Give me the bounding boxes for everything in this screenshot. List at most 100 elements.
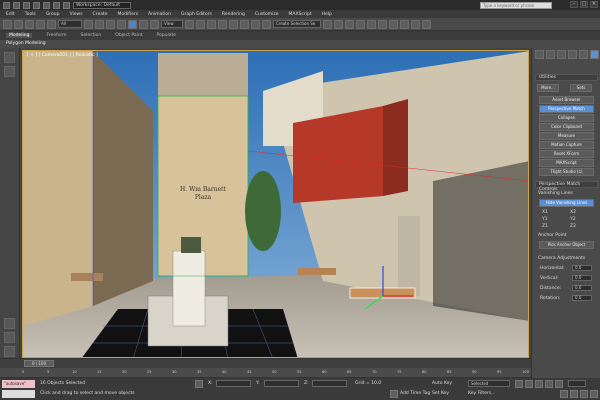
select-object-icon[interactable] [84, 19, 93, 29]
axis-x1[interactable]: X1 [542, 210, 548, 215]
ribbon-panel-title[interactable]: Polygon Modeling [0, 40, 600, 48]
unlink-icon[interactable] [36, 19, 45, 29]
perspective-match-rollout-title[interactable]: Perspective Match Controls [535, 181, 598, 192]
named-selection-dropdown[interactable]: Create Selection Se [273, 20, 321, 28]
move-icon[interactable] [128, 19, 137, 29]
go-to-end-icon[interactable] [555, 380, 563, 388]
undo-icon[interactable] [43, 1, 50, 9]
collapse-button[interactable]: Collapse [539, 114, 594, 122]
display-filter-icon[interactable] [4, 318, 15, 329]
color-clipboard-button[interactable]: Color Clipboard [539, 123, 594, 131]
next-frame-icon[interactable] [545, 380, 553, 388]
tab-object-paint[interactable]: Object Paint [115, 33, 142, 38]
x-coordinate-field[interactable] [216, 380, 251, 387]
tab-populate[interactable]: Populate [157, 33, 177, 38]
isolate-icon[interactable] [4, 346, 15, 357]
scale-icon[interactable] [150, 19, 159, 29]
mirror-icon[interactable] [323, 19, 332, 29]
add-time-tag-icon[interactable] [390, 390, 398, 398]
previous-frame-icon[interactable] [525, 380, 533, 388]
axis-z2[interactable]: Z2 [570, 224, 576, 229]
key-mode-dropdown[interactable]: Selected [468, 380, 510, 387]
maxscript-button[interactable]: MAXScript [539, 159, 594, 167]
select-by-name-icon[interactable] [95, 19, 104, 29]
render-production-icon[interactable] [422, 19, 431, 29]
rotate-icon[interactable] [139, 19, 148, 29]
utilities-rollout-title[interactable]: Utilities [535, 74, 598, 81]
perspective-match-button[interactable]: Perspective Match [539, 105, 594, 113]
track-bar[interactable]: 0 5 10 15 20 25 30 35 40 45 50 55 60 65 70 75 80 85 90 95 10… [0, 368, 531, 378]
flight-studio-button[interactable]: Flight Studio (c) [539, 168, 594, 176]
maximize-viewport-icon[interactable] [590, 390, 598, 398]
edit-named-selection-icon[interactable] [262, 19, 271, 29]
search-input[interactable]: Type a keyword or phrase [480, 2, 552, 9]
menu-tools[interactable]: Tools [25, 12, 36, 17]
bind-space-warp-icon[interactable] [47, 19, 56, 29]
display-tab-icon[interactable] [579, 50, 588, 59]
material-editor-icon[interactable] [389, 19, 398, 29]
pivot-center-icon[interactable] [185, 19, 194, 29]
scene-explorer-icon[interactable] [4, 52, 15, 63]
link-icon[interactable] [25, 19, 34, 29]
percent-snap-icon[interactable] [240, 19, 249, 29]
lock-selection-icon[interactable] [195, 380, 203, 388]
maximize-button[interactable]: □ [580, 1, 588, 8]
open-file-icon[interactable] [23, 1, 30, 9]
render-setup-icon[interactable] [400, 19, 409, 29]
snap-toggle-icon[interactable] [218, 19, 227, 29]
spinner-snap-icon[interactable] [251, 19, 260, 29]
motion-capture-button[interactable]: Motion Capture [539, 141, 594, 149]
menu-animation[interactable]: Animation [148, 12, 171, 17]
orbit-icon[interactable] [580, 390, 588, 398]
horizontal-spinner[interactable]: 0.0 [572, 265, 592, 271]
pick-anchor-object-button[interactable]: Pick Anchor Object [539, 241, 594, 249]
z-coordinate-field[interactable] [312, 380, 347, 387]
asset-browser-button[interactable]: Asset Browser [539, 96, 594, 104]
menu-modifiers[interactable]: Modifiers [118, 12, 139, 17]
pan-icon[interactable] [570, 390, 578, 398]
tab-freeform[interactable]: Freeform [46, 33, 66, 38]
toggle-ribbon-icon[interactable] [356, 19, 365, 29]
lock-icon[interactable] [4, 332, 15, 343]
measure-button[interactable]: Measure [539, 132, 594, 140]
utilities-tab-icon[interactable] [590, 50, 599, 59]
tab-selection[interactable]: Selection [81, 33, 102, 38]
menu-edit[interactable]: Edit [6, 12, 15, 17]
auto-key-button[interactable]: Auto Key [432, 381, 452, 386]
new-file-icon[interactable] [13, 1, 20, 9]
workspace-dropdown[interactable]: Workspace: Default [73, 1, 131, 9]
set-key-button[interactable]: Set Key [432, 391, 449, 396]
time-slider-bar[interactable]: 0 / 100 [0, 358, 531, 368]
curve-editor-icon[interactable] [367, 19, 376, 29]
schematic-view-icon[interactable] [378, 19, 387, 29]
hierarchy-tab-icon[interactable] [557, 50, 566, 59]
camera-viewport[interactable]: H. Wm Barnett Plaza [ + ] [Camera001] … [22, 50, 529, 358]
save-file-icon[interactable] [33, 1, 40, 9]
close-button[interactable]: × [590, 1, 598, 8]
more-button[interactable]: More... [537, 84, 559, 92]
axis-y2[interactable]: Y2 [570, 217, 576, 222]
axis-y1[interactable]: Y1 [542, 217, 548, 222]
motion-tab-icon[interactable] [568, 50, 577, 59]
axis-x2[interactable]: X2 [570, 210, 576, 215]
vertical-spinner[interactable]: 0.0 [572, 275, 592, 281]
keyboard-shortcut-icon[interactable] [207, 19, 216, 29]
create-tab-icon[interactable] [535, 50, 544, 59]
select-manipulate-icon[interactable] [196, 19, 205, 29]
distance-spinner[interactable]: 0.0 [572, 285, 592, 291]
menu-graph-editors[interactable]: Graph Editors [181, 12, 212, 17]
menu-group[interactable]: Group [46, 12, 60, 17]
axis-z1[interactable]: Z1 [542, 224, 548, 229]
angle-snap-icon[interactable] [229, 19, 238, 29]
sets-button[interactable]: Sets [570, 84, 592, 92]
menu-create[interactable]: Create [93, 12, 108, 17]
undo-tool-icon[interactable] [3, 19, 12, 29]
rendered-frame-window-icon[interactable] [411, 19, 420, 29]
play-icon[interactable] [535, 380, 543, 388]
tab-modeling[interactable]: Modeling [6, 33, 33, 38]
menu-rendering[interactable]: Rendering [222, 12, 245, 17]
go-to-start-icon[interactable] [515, 380, 523, 388]
current-frame-field[interactable] [568, 380, 586, 387]
hide-vanishing-lines-button[interactable]: Hide Vanishing Lines [539, 199, 594, 207]
time-slider[interactable]: 0 / 100 [24, 360, 54, 367]
